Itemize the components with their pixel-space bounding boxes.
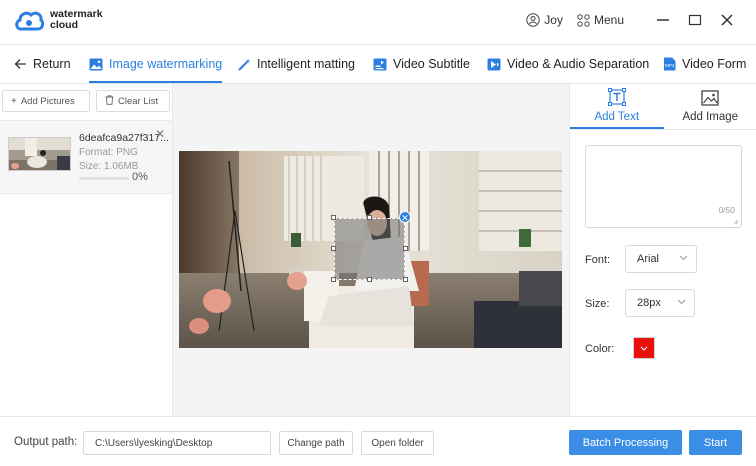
output-path-field[interactable]: C:\Users\lyesking\Desktop: [83, 431, 271, 455]
chevron-down-icon: [677, 299, 686, 305]
file-format: Format: PNG: [79, 147, 138, 158]
close-icon: [721, 14, 733, 26]
app-logo: watermark cloud: [14, 8, 103, 32]
resize-handle[interactable]: [403, 277, 408, 282]
app-name-line2: cloud: [50, 19, 78, 31]
video-audio-icon: [487, 58, 501, 70]
clear-list-button[interactable]: Clear List: [96, 90, 170, 112]
open-folder-label: Open folder: [371, 437, 424, 449]
change-path-button[interactable]: Change path: [279, 431, 353, 455]
text-tool-icon: [607, 88, 626, 106]
cloud-logo-icon: [15, 11, 44, 31]
color-label: Color:: [585, 343, 615, 355]
tab-video-format[interactable]: MP4 Video Form: [663, 45, 746, 83]
video-format-icon: MP4: [664, 57, 676, 71]
file-progress-percent: 0%: [132, 171, 148, 183]
file-progress-bar: [79, 177, 129, 180]
change-path-label: Change path: [287, 437, 345, 449]
resize-handle[interactable]: [367, 277, 372, 282]
delete-watermark-icon[interactable]: ✕: [399, 211, 411, 223]
output-path-value: C:\Users\lyesking\Desktop: [95, 437, 213, 449]
size-select[interactable]: 28px: [625, 289, 695, 317]
minimize-icon: [657, 19, 669, 21]
svg-text:MP4: MP4: [665, 63, 675, 68]
tab-add-image[interactable]: Add Image: [664, 84, 756, 129]
watermark-text-input[interactable]: 0/50: [585, 145, 742, 228]
chevron-down-icon: [640, 346, 648, 351]
resize-handle[interactable]: [331, 215, 336, 220]
file-list-item[interactable]: 6deafca9a27f317... Format: PNG Size: 1.0…: [0, 120, 172, 194]
menu-label: Menu: [593, 13, 624, 27]
plus-icon: +: [11, 95, 17, 107]
text-char-counter: 0/50: [718, 205, 735, 215]
size-label: Size:: [585, 298, 610, 310]
tab-add-image-label: Add Image: [682, 111, 739, 123]
tab-intelligent-matting-label: Intelligent matting: [257, 57, 355, 71]
maximize-button[interactable]: [686, 11, 704, 29]
tab-video-subtitle[interactable]: Video Subtitle: [373, 45, 470, 83]
chevron-down-icon: [679, 255, 688, 261]
tab-intelligent-matting[interactable]: Intelligent matting: [238, 45, 355, 83]
preview-area: ✕: [173, 84, 569, 416]
resize-handle[interactable]: [403, 246, 408, 251]
file-size: Size: 1.06MB: [79, 161, 139, 172]
open-folder-button[interactable]: Open folder: [361, 431, 434, 455]
add-pictures-label: Add Pictures: [20, 95, 75, 107]
menu-button[interactable]: Menu: [577, 13, 624, 27]
start-label: Start: [703, 436, 728, 449]
resize-handle[interactable]: [331, 277, 336, 282]
grid-menu-icon: [577, 13, 590, 27]
user-account[interactable]: Joy: [526, 13, 563, 27]
file-thumbnail: [8, 137, 71, 171]
color-picker[interactable]: [633, 337, 655, 359]
tab-video-subtitle-label: Video Subtitle: [393, 57, 470, 71]
app-name: watermark cloud: [50, 9, 103, 31]
watermark-settings-panel: Add Text Add Image 0/50 Font: Arial Size…: [569, 84, 756, 416]
trash-icon: [105, 94, 114, 108]
font-select[interactable]: Arial: [625, 245, 697, 273]
size-value: 28px: [637, 297, 661, 309]
tab-image-watermarking-label: Image watermarking: [109, 57, 223, 71]
resize-handle[interactable]: [331, 246, 336, 251]
font-label: Font:: [585, 254, 611, 266]
arrow-left-icon: [14, 59, 26, 69]
resize-handle[interactable]: [367, 215, 372, 220]
minimize-button[interactable]: [654, 11, 672, 29]
add-pictures-button[interactable]: + Add Pictures: [2, 90, 90, 112]
output-path-label: Output path:: [14, 436, 78, 448]
tab-add-text-label: Add Text: [594, 111, 640, 123]
tab-video-audio-separation[interactable]: Video & Audio Separation: [487, 45, 649, 83]
file-list-panel: + Add Pictures Clear List 6deafca9a27f31…: [0, 84, 173, 416]
image-icon: [89, 58, 103, 70]
maximize-icon: [688, 14, 702, 26]
start-button[interactable]: Start: [689, 430, 742, 455]
tab-video-audio-separation-label: Video & Audio Separation: [507, 57, 650, 71]
tab-return[interactable]: Return: [14, 45, 71, 83]
add-image-icon: [701, 90, 719, 106]
tab-return-label: Return: [33, 57, 71, 71]
image-preview: ✕: [179, 151, 562, 348]
close-window-button[interactable]: [718, 11, 736, 29]
remove-file-icon[interactable]: ✕: [155, 127, 165, 141]
clear-list-label: Clear List: [118, 95, 159, 107]
font-value: Arial: [637, 253, 660, 265]
user-icon: [526, 13, 540, 27]
footer-bar: Output path: C:\Users\lyesking\Desktop C…: [0, 416, 756, 466]
resize-grip-icon: [733, 219, 739, 225]
batch-processing-label: Batch Processing: [582, 436, 669, 449]
tab-add-text[interactable]: Add Text: [570, 84, 664, 129]
feature-tabbar: Return Image watermarking Intelligent ma…: [0, 44, 756, 84]
batch-processing-button[interactable]: Batch Processing: [569, 430, 682, 455]
video-subtitle-icon: [373, 58, 387, 70]
title-bar: watermark cloud Joy Menu: [0, 0, 756, 44]
user-name: Joy: [544, 13, 563, 27]
tab-image-watermarking[interactable]: Image watermarking: [89, 45, 223, 83]
watermark-text-box[interactable]: [334, 218, 405, 280]
magic-wand-icon: [238, 58, 251, 71]
tab-video-format-label: Video Form: [682, 57, 747, 71]
